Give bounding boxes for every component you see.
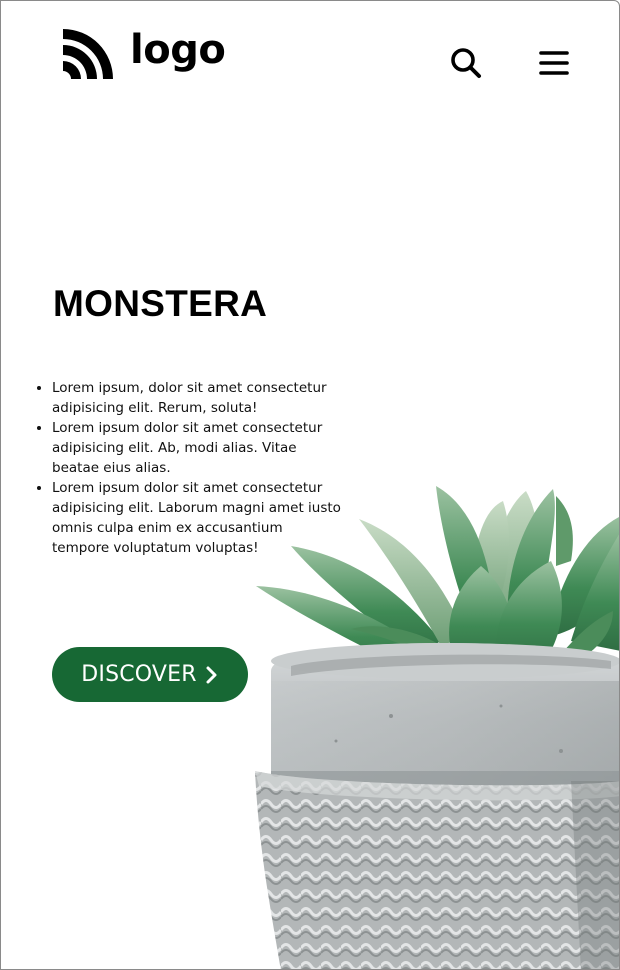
list-item: Lorem ipsum, dolor sit amet consectetur … (52, 378, 342, 418)
discover-button[interactable]: DISCOVER (52, 647, 248, 702)
feature-list: Lorem ipsum, dolor sit amet consectetur … (1, 378, 342, 558)
logo-mark-icon (63, 29, 113, 79)
list-item: Lorem ipsum dolor sit amet consectetur a… (52, 478, 342, 558)
logo-link[interactable]: logo (61, 27, 226, 81)
page-title: MONSTERA (53, 283, 268, 324)
list-item: Lorem ipsum dolor sit amet consectetur a… (52, 418, 342, 478)
logo-text: logo (130, 27, 226, 73)
menu-button[interactable] (536, 45, 572, 81)
page: logo MONSTERA Lorem ipsum, dolor sit ame… (0, 0, 620, 970)
site-header: logo (1, 1, 619, 111)
discover-button-label: DISCOVER (81, 662, 197, 687)
search-button[interactable] (448, 45, 484, 81)
search-icon (451, 48, 481, 78)
chevron-right-icon (206, 666, 217, 683)
hamburger-menu-icon (539, 51, 569, 75)
